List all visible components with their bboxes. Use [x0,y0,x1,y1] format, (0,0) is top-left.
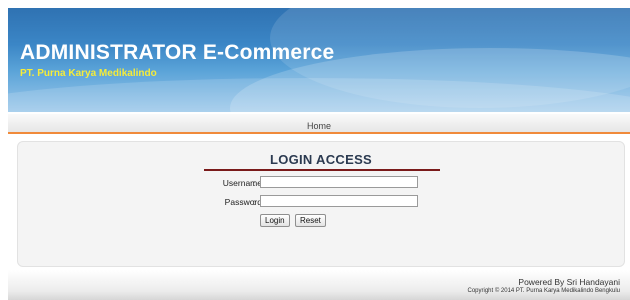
site-title: ADMINISTRATOR E-Commerce [20,41,335,64]
footer: Powered By Sri Handayani Copyright © 201… [8,270,630,300]
login-title: LOGIN ACCESS [269,152,373,167]
password-input[interactable] [260,195,418,207]
nav-bar: Home [8,114,630,134]
nav-item-home[interactable]: Home [307,121,331,131]
page: ADMINISTRATOR E-Commerce PT. Purna Karya… [0,0,630,300]
header-banner: ADMINISTRATOR E-Commerce PT. Purna Karya… [8,8,630,112]
password-label: Password [224,197,262,207]
copyright-text: Copyright © 2014 PT. Purna Karya Medikal… [467,288,620,294]
username-input[interactable] [260,176,418,188]
company-name: PT. Purna Karya Medikalindo [20,68,157,79]
password-colon: : [253,197,256,207]
username-colon: : [253,178,256,188]
powered-by-text: Powered By Sri Handayani [518,277,620,287]
login-panel: LOGIN ACCESS Username : Password : Login… [17,141,625,267]
login-button[interactable]: Login [260,214,290,227]
reset-button[interactable]: Reset [295,214,326,227]
username-label: Username [222,178,262,188]
title-divider [204,169,440,171]
